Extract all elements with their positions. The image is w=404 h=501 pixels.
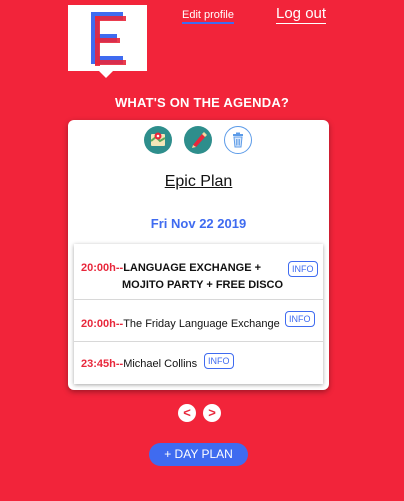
info-button[interactable]: INFO (288, 261, 318, 277)
edit-plan-button[interactable] (184, 126, 212, 154)
logo-e-icon (91, 12, 126, 66)
event-list: 20:00h--LANGUAGE EXCHANGE + MOJITO PARTY… (74, 244, 323, 384)
info-button[interactable]: INFO (204, 353, 234, 369)
plan-title: Epic Plan (164, 173, 233, 190)
edit-profile-link[interactable]: Edit profile (182, 9, 234, 24)
add-day-plan-button[interactable]: + DAY PLAN (149, 443, 248, 466)
next-day-button[interactable]: > (203, 404, 221, 422)
agenda-heading: WHAT'S ON THE AGENDA? (114, 95, 290, 110)
event-name: LANGUAGE EXCHANGE + (123, 262, 262, 274)
logout-link[interactable]: Log out (276, 5, 327, 24)
info-button[interactable]: INFO (285, 311, 315, 327)
event-row: 20:00h--The Friday Language Exchange INF… (74, 300, 323, 342)
delete-plan-button[interactable] (224, 126, 252, 154)
event-name-continued: MOJITO PARTY + FREE DISCO (122, 279, 284, 291)
prev-day-button[interactable]: < (178, 404, 196, 422)
edit-icon (192, 132, 207, 148)
map-icon (150, 132, 166, 146)
plan-card: Epic Plan Fri Nov 22 2019 20:00h--LANGUA… (68, 120, 329, 390)
event-row: 20:00h--LANGUAGE EXCHANGE + MOJITO PARTY… (74, 244, 323, 300)
trash-icon (233, 132, 243, 148)
event-row: 23:45h--Michael Collins INFO (74, 342, 323, 384)
logo-pointer (98, 70, 114, 78)
event-time: 23:45h (81, 358, 116, 370)
plan-date: Fri Nov 22 2019 (150, 216, 247, 231)
event-time: 20:00h (81, 318, 116, 330)
event-name: The Friday Language Exchange (123, 318, 280, 330)
event-time: 20:00h (81, 262, 116, 274)
map-button[interactable] (144, 126, 172, 154)
logo[interactable] (68, 5, 147, 71)
event-name: Michael Collins (123, 358, 198, 370)
